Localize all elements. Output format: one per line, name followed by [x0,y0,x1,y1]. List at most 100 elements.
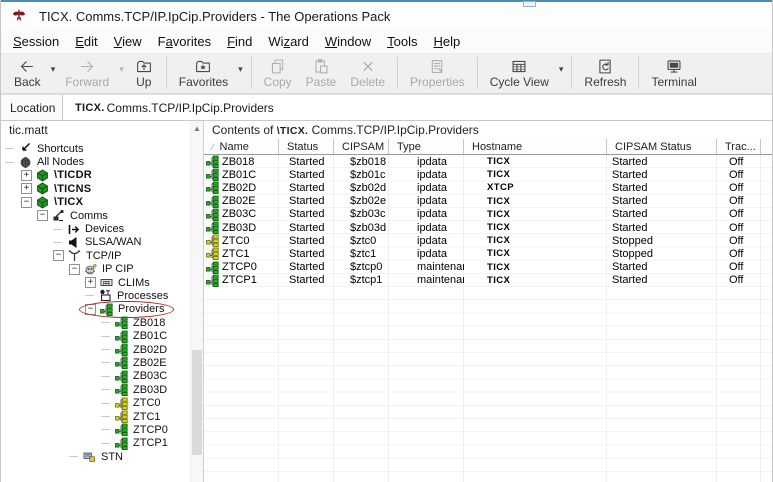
tree-item-zb02d[interactable]: ZB02D [1,343,203,356]
tree-item-ip-cip[interactable]: −IP CIP [1,263,203,276]
menu-tools[interactable]: Tools [379,31,425,52]
location-input[interactable]: TICX. Comms.TCP/IP.IpCip.Providers [63,95,772,120]
tree-item-ztcp0[interactable]: ZTCP0 [1,423,203,436]
menu-wizard[interactable]: Wizard [260,31,316,52]
tree-item-label: \TICX [54,196,83,208]
contents-path: Comms.TCP/IP.IpCip.Providers [308,123,479,137]
terminal-icon [664,57,684,75]
cycle-view-button[interactable]: Cycle View [483,56,556,89]
cell-value: Started [289,235,324,247]
collapse-icon[interactable]: − [37,210,48,221]
node-icon [36,169,49,182]
cell-value: maintenance [417,261,464,273]
delete-button[interactable]: Delete [343,56,392,89]
tree-item-providers[interactable]: − Providers [1,303,203,316]
provider-yellow-icon [115,410,128,423]
favorites-button[interactable]: Favorites [172,56,235,89]
forward-button[interactable]: Forward [58,56,116,89]
menu-view[interactable]: View [106,31,150,52]
tree-item-ztc0[interactable]: ZTC0 [1,396,203,409]
clims-icon [100,276,113,289]
table-row-ztcp0[interactable]: ZTCP0Started$ztcp0maintenanceTICXStarted… [204,261,772,274]
tree-item-stn[interactable]: STN [1,450,203,463]
window-edge-notch [523,1,536,7]
column-header-cipsam-status[interactable]: CIPSAM Status [607,139,717,154]
column-header-hostname[interactable]: Hostname [464,139,607,154]
tree-item-zb02e[interactable]: ZB02E [1,356,203,369]
favorites-dropdown-caret[interactable]: ▾ [235,64,246,75]
tree-item-slsa-wan[interactable]: SLSA/WAN [1,236,203,249]
column-header-name[interactable]: ∕Name [204,139,279,154]
column-header-label: Hostname [472,141,522,153]
tree-item-zb01c[interactable]: ZB01C [1,329,203,342]
expand-icon[interactable]: + [21,170,32,181]
paste-icon [311,57,331,75]
expand-icon[interactable]: + [21,183,32,194]
collapse-icon[interactable]: − [21,197,32,208]
menu-help[interactable]: Help [425,31,468,52]
column-header-type[interactable]: Type [389,139,464,154]
tree-item-ticns[interactable]: +\TICNS [1,182,203,195]
up-button[interactable]: Up [127,56,161,89]
tree-scrollbar[interactable]: ▲ [190,121,203,482]
table-row-ztcp1[interactable]: ZTCP1Started$ztcp1maintenanceTICXStarted… [204,274,772,287]
tree-item-devices[interactable]: Devices [1,222,203,235]
cell-hostname: TICX [464,169,607,180]
cycle-view-dropdown-caret[interactable]: ▾ [556,64,567,75]
tree-item-ticdr[interactable]: +\TICDR [1,169,203,182]
paste-button[interactable]: Paste [299,56,344,89]
tree-item-all-nodes[interactable]: All Nodes [1,155,203,168]
scrollbar-thumb[interactable] [192,350,202,455]
column-header-trac[interactable]: Trac... [717,139,761,154]
tree-item-zb03c[interactable]: ZB03C [1,370,203,383]
column-header-status[interactable]: Status [279,139,334,154]
table-row-zb01c[interactable]: ZB01CStarted$zb01cipdataTICXStartedOff [204,168,772,181]
menu-favorites[interactable]: Favorites [150,31,219,52]
tree-item-ticx[interactable]: − \TICX [1,196,203,209]
tree-item-comms[interactable]: −Comms [1,209,203,222]
table-row-zb02e[interactable]: ZB02EStarted$zb02eipdataTICXStartedOff [204,195,772,208]
back-dropdown-caret[interactable]: ▾ [48,64,59,75]
terminal-button[interactable]: Terminal [644,56,703,89]
cell-cipsam_status: Started [607,222,717,234]
collapse-icon[interactable]: − [53,250,64,261]
shortcuts-icon [19,142,32,155]
copy-button[interactable]: Copy [257,56,299,89]
properties-button[interactable]: Properties [403,56,472,89]
menu-edit[interactable]: Edit [67,31,105,52]
table-row-zb03d[interactable]: ZB03DStarted$zb03dipdataTICXStartedOff [204,221,772,234]
scroll-up-button[interactable]: ▲ [191,121,203,135]
tree-item-label: ZTCP0 [133,424,168,436]
tree-item-shortcuts[interactable]: Shortcuts [1,142,203,155]
tree-item-ztc1[interactable]: ZTC1 [1,410,203,423]
back-button[interactable]: Back [7,56,48,89]
tree-item-zb018[interactable]: ZB018 [1,316,203,329]
favorites-group: Favorites▾ [172,56,246,89]
forward-dropdown-caret[interactable]: ▾ [116,64,127,75]
toolbar-label: Paste [306,75,337,89]
menu-window[interactable]: Window [317,31,379,52]
menu-find[interactable]: Find [219,31,260,52]
column-header-label: Status [287,141,318,153]
tree-item-clims[interactable]: +CLIMs [1,276,203,289]
tree-item-label: Providers [118,303,164,315]
collapse-icon[interactable]: − [85,304,96,315]
table-row-zb018[interactable]: ZB018Started$zb018ipdataTICXStartedOff [204,155,772,168]
table-row-zb03c[interactable]: ZB03CStarted$zb03cipdataTICXStartedOff [204,208,772,221]
cell-cipsam_status: Started [607,274,717,286]
expand-icon[interactable]: + [85,277,96,288]
collapse-icon[interactable]: − [69,264,80,275]
refresh-button[interactable]: Refresh [577,56,633,89]
table-row-ztc0[interactable]: ZTC0Started$ztc0ipdataTICXStoppedOff [204,234,772,247]
cell-value: Started [612,182,647,194]
menu-session[interactable]: Session [5,31,67,52]
tree-item-processes[interactable]: Processes [1,289,203,302]
tree-item-tcp-ip[interactable]: −TCP/IP [1,249,203,262]
tree-item-ztcp1[interactable]: ZTCP1 [1,437,203,450]
tree-item-label: All Nodes [37,156,84,168]
table-row-zb02d[interactable]: ZB02DStarted$zb02dipdataXTCPStartedOff [204,181,772,194]
table-row-ztc1[interactable]: ZTC1Started$ztc1ipdataTICXStoppedOff [204,247,772,260]
menu-bar: SessionEditViewFavoritesFindWizardWindow… [1,30,772,54]
column-header-cipsam[interactable]: CIPSAM [334,139,389,154]
tree-item-zb03d[interactable]: ZB03D [1,383,203,396]
